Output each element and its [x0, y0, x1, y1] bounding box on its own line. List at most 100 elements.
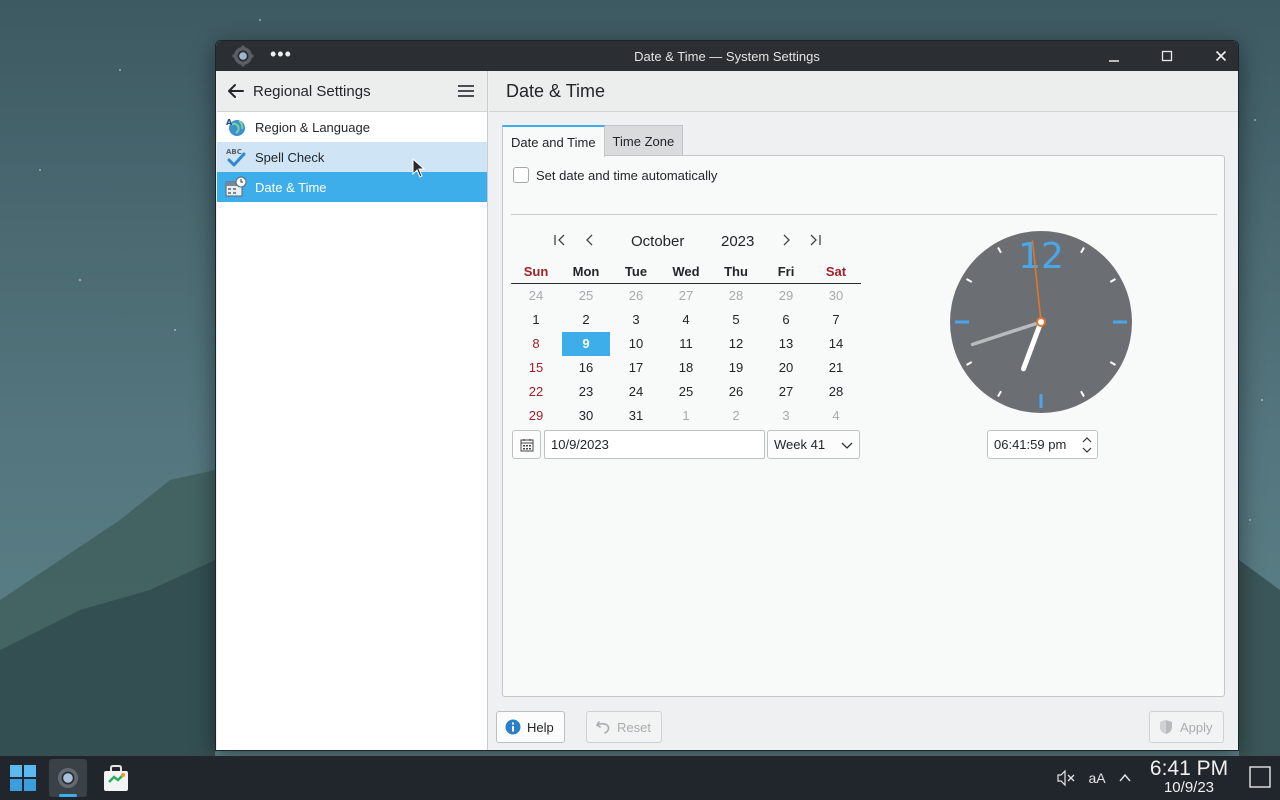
calendar-day[interactable]: 25	[561, 284, 611, 308]
calendar-day[interactable]: 26	[711, 380, 761, 404]
calendar-day[interactable]: 29	[761, 284, 811, 308]
calendar-day[interactable]: 13	[761, 332, 811, 356]
system-settings-icon	[58, 768, 78, 788]
weekday-label: Thu	[724, 264, 748, 279]
auto-date-time-checkbox[interactable]	[513, 167, 529, 183]
clock-center-dot	[1038, 319, 1044, 325]
font-size-indicator[interactable]: aA	[1086, 767, 1108, 789]
calendar-day[interactable]: 22	[511, 380, 561, 404]
sidebar-header: Regional Settings	[217, 71, 487, 112]
minimize-button[interactable]	[1102, 44, 1126, 68]
calendar-day[interactable]: 24	[511, 284, 561, 308]
tab-time-zone[interactable]: Time Zone	[604, 125, 684, 156]
maximize-button[interactable]	[1155, 44, 1179, 68]
application-launcher-button[interactable]	[4, 759, 42, 797]
sidebar-item-region-language[interactable]: A Region & Language	[217, 112, 487, 142]
calendar-year[interactable]: 2023	[721, 233, 754, 250]
calendar-day[interactable]: 3	[761, 404, 811, 428]
calendar-day[interactable]: 25	[661, 380, 711, 404]
calendar-day[interactable]: 30	[811, 284, 861, 308]
last-page-icon[interactable]	[807, 232, 823, 248]
calendar-day[interactable]: 11	[661, 332, 711, 356]
sidebar-item-label: Region & Language	[255, 119, 370, 135]
date-input[interactable]: 10/9/2023	[544, 430, 765, 459]
week-select[interactable]: Week 41	[767, 430, 860, 459]
help-button[interactable]: Help	[496, 711, 565, 743]
taskbar-clock-time[interactable]: 6:41 PM	[1146, 757, 1232, 781]
sidebar-item-label: Spell Check	[255, 149, 325, 165]
clock-twelve-label: 12	[1018, 236, 1064, 277]
calendar-day[interactable]: 31	[611, 404, 661, 428]
maximize-icon	[1161, 50, 1173, 62]
calendar-day[interactable]: 19	[711, 356, 761, 380]
calendar-day[interactable]: 17	[611, 356, 661, 380]
calendar-day[interactable]: 1	[661, 404, 711, 428]
sidebar-item-spell-check[interactable]: ABC Spell Check	[217, 142, 487, 172]
taskbar-clock-date[interactable]: 10/9/23	[1146, 779, 1232, 797]
taskbar-system-settings[interactable]	[49, 759, 87, 797]
spell-check-icon: ABC	[226, 148, 246, 167]
svg-text:A: A	[226, 118, 233, 127]
date-time-panel: Set date and time automatically October …	[502, 155, 1225, 697]
reset-button[interactable]: Reset	[586, 711, 662, 743]
calendar-day[interactable]: 3	[611, 308, 661, 332]
calendar-day[interactable]: 8	[511, 332, 561, 356]
time-input-value: 06:41:59 pm	[994, 437, 1067, 452]
hamburger-menu-icon[interactable]	[457, 82, 475, 100]
sidebar: Regional Settings A Region & Language AB…	[217, 71, 488, 750]
calendar-day[interactable]: 10	[611, 332, 661, 356]
volume-muted-icon[interactable]	[1055, 767, 1077, 789]
calendar-day[interactable]: 20	[761, 356, 811, 380]
back-arrow-icon[interactable]	[227, 82, 245, 100]
calendar-day[interactable]: 28	[711, 284, 761, 308]
analog-clock: 12	[950, 231, 1132, 413]
calendar-day[interactable]: 27	[661, 284, 711, 308]
calendar-day[interactable]: 16	[561, 356, 611, 380]
close-button[interactable]	[1209, 44, 1233, 68]
time-input[interactable]: 06:41:59 pm	[987, 430, 1098, 459]
auto-date-time-row[interactable]: Set date and time automatically	[513, 167, 717, 183]
calendar-day[interactable]: 26	[611, 284, 661, 308]
show-hidden-icons-button[interactable]	[1114, 767, 1136, 789]
calendar-day[interactable]: 15	[511, 356, 561, 380]
calendar-day[interactable]: 24	[611, 380, 661, 404]
divider	[511, 214, 1217, 215]
calendar-day[interactable]: 30	[561, 404, 611, 428]
calendar-day[interactable]: 6	[761, 308, 811, 332]
calendar-day[interactable]: 21	[811, 356, 861, 380]
calendar-day[interactable]: 5	[711, 308, 761, 332]
apply-button[interactable]: Apply	[1149, 711, 1224, 743]
calendar-day[interactable]: 4	[661, 308, 711, 332]
calendar-day[interactable]: 1	[511, 308, 561, 332]
calendar-day[interactable]: 27	[761, 380, 811, 404]
calendar-month[interactable]: October	[631, 233, 684, 250]
calendar-day[interactable]: 28	[811, 380, 861, 404]
weekday-label: Sat	[825, 264, 847, 279]
calendar-day[interactable]: 7	[811, 308, 861, 332]
calendar-day[interactable]: 18	[661, 356, 711, 380]
calendar-day[interactable]: 12	[711, 332, 761, 356]
speaker-muted-icon	[1057, 769, 1075, 787]
calendar-day[interactable]: 14	[811, 332, 861, 356]
sidebar-item-date-time[interactable]: Date & Time	[217, 172, 487, 202]
spinner-icon[interactable]	[1081, 434, 1093, 456]
calendar-day[interactable]: 2	[711, 404, 761, 428]
page-header: Date & Time	[489, 71, 1238, 112]
calendar-day[interactable]: 4	[811, 404, 861, 428]
page-title: Date & Time	[506, 81, 606, 101]
previous-month-icon[interactable]	[582, 232, 598, 248]
calendar-popup-button[interactable]	[512, 430, 541, 459]
next-month-icon[interactable]	[778, 232, 794, 248]
tab-date-and-time[interactable]: Date and Time	[502, 125, 605, 157]
calendar-grid: Sun Mon Tue Wed Thu Fri Sat 24 25 26 27 …	[511, 260, 861, 428]
calendar-day-selected[interactable]: 9	[562, 332, 610, 356]
title-bar: ••• Date & Time — System Settings	[216, 41, 1238, 71]
first-page-icon[interactable]	[552, 232, 568, 248]
show-desktop-button[interactable]	[1248, 765, 1272, 789]
apply-label: Apply	[1180, 719, 1213, 735]
taskbar-discover[interactable]	[97, 759, 135, 797]
calendar-day[interactable]: 23	[561, 380, 611, 404]
calendar-day[interactable]: 2	[561, 308, 611, 332]
calendar-navigation: October 2023	[511, 228, 861, 254]
calendar-day[interactable]: 29	[511, 404, 561, 428]
